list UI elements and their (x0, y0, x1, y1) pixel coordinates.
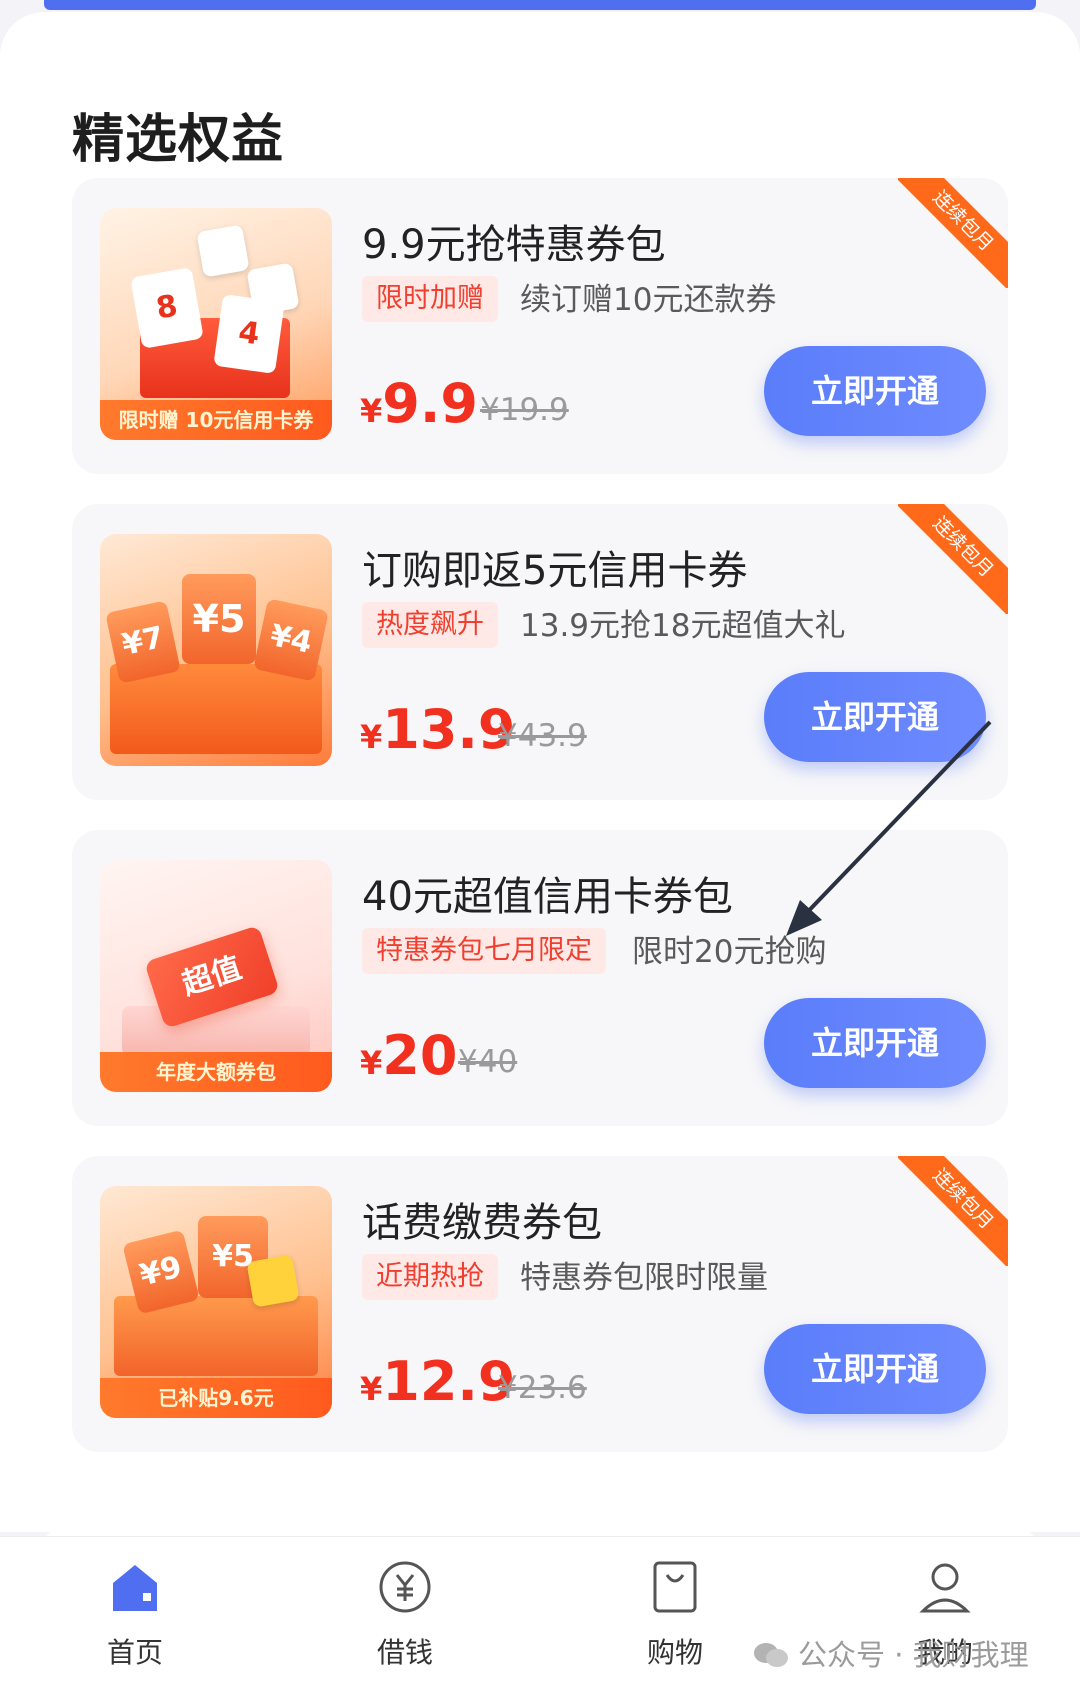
promo-desc: 13.9元抢18元超值大礼 (520, 608, 846, 644)
card-title: 9.9元抢特惠券包 (362, 222, 666, 268)
section-title: 精选权益 (72, 110, 285, 170)
price: ¥20 (360, 1026, 457, 1099)
promo-tag: 特惠券包七月限定 (362, 928, 606, 974)
activate-button[interactable]: 立即开通 (764, 672, 986, 762)
price: ¥12.9 (360, 1352, 516, 1425)
original-price: ¥23.6 (498, 1370, 587, 1406)
promo-desc: 特惠券包限时限量 (520, 1260, 768, 1296)
price: ¥9.9 (360, 374, 478, 447)
corner-ribbon: 连续包月 (898, 178, 1008, 288)
benefit-card-2[interactable]: ¥7 ¥5 ¥4 连续包月 订购即返5元信用卡券 热度飙升 13.9元抢18元超… (72, 504, 1008, 800)
tab-home[interactable]: 首页 (70, 1557, 200, 1671)
tab-label: 首页 (106, 1636, 163, 1669)
tab-label: 购物 (646, 1636, 703, 1669)
card-title: 40元超值信用卡券包 (362, 874, 733, 920)
promo-tag: 近期热抢 (362, 1254, 498, 1300)
shopping-bag-icon (653, 1561, 697, 1613)
coupon-pack-image: ¥9 ¥5 已补贴9.6元 (100, 1186, 332, 1418)
benefit-card-3[interactable]: 超值 年度大额券包 40元超值信用卡券包 特惠券包七月限定 限时20元抢购 ¥2… (72, 830, 1008, 1126)
promo-desc: 续订赠10元还款券 (520, 282, 777, 318)
home-icon (113, 1565, 157, 1611)
coupon-pack-image: ¥7 ¥5 ¥4 (100, 534, 332, 766)
original-price: ¥40 (458, 1044, 518, 1080)
coupon-pack-image: 8 4 限时赠 10元信用卡券 (100, 208, 332, 440)
thumb-label: 已补贴9.6元 (100, 1378, 332, 1418)
coupon-card-a: 8 (130, 267, 204, 349)
benefit-card-1[interactable]: 8 4 限时赠 10元信用卡券 连续包月 9.9元抢特惠券包 限时加赠 续订赠1… (72, 178, 1008, 474)
ribbon-label: 连续包月 (898, 178, 1008, 288)
yen-symbol: ¥ (360, 718, 383, 756)
activate-button[interactable]: 立即开通 (764, 346, 986, 436)
yen-symbol: ¥ (360, 1044, 383, 1082)
watermark-text: 公众号 · 我财我理 (798, 1638, 1029, 1672)
ribbon-label: 连续包月 (898, 1156, 1008, 1266)
wechat-icon (754, 1643, 788, 1667)
price: ¥13.9 (360, 700, 516, 773)
benefits-panel: 精选权益 8 4 限时赠 10元信用卡券 连续包月 9.9元抢特惠券包 限时加赠… (0, 12, 1080, 1532)
price-value: 9.9 (382, 372, 478, 435)
yen-symbol: ¥ (360, 1370, 383, 1408)
price-value: 20 (382, 1024, 458, 1087)
app-logo-icon (246, 1254, 300, 1308)
thumb-label: 限时赠 10元信用卡券 (100, 400, 332, 440)
price-value: 12.9 (382, 1350, 516, 1413)
user-icon (919, 1563, 971, 1613)
youku-icon (196, 224, 250, 278)
original-price: ¥19.9 (480, 392, 569, 428)
coupon-pack-image: 超值 年度大额券包 (100, 860, 332, 1092)
tab-label: 借钱 (376, 1636, 433, 1669)
yen-symbol: ¥ (360, 392, 383, 430)
tab-shopping[interactable]: 购物 (610, 1557, 740, 1671)
ribbon-label: 连续包月 (898, 504, 1008, 614)
tab-borrow[interactable]: 借钱 (340, 1557, 470, 1671)
original-price: ¥43.9 (498, 718, 587, 754)
activate-button[interactable]: 立即开通 (764, 998, 986, 1088)
top-accent-bar (44, 0, 1036, 10)
price-value: 13.9 (382, 698, 516, 761)
watermark: 公众号 · 我财我理 (752, 1632, 1029, 1674)
corner-ribbon: 连续包月 (898, 504, 1008, 614)
coupon-card-b: 4 (213, 294, 285, 374)
promo-desc: 限时20元抢购 (632, 934, 827, 970)
card-title: 话费缴费券包 (362, 1200, 602, 1246)
pedestal-illustration (122, 1006, 310, 1056)
card-title: 订购即返5元信用卡券 (362, 548, 748, 594)
benefit-card-4[interactable]: ¥9 ¥5 已补贴9.6元 连续包月 话费缴费券包 近期热抢 特惠券包限时限量 … (72, 1156, 1008, 1452)
corner-ribbon: 连续包月 (898, 1156, 1008, 1266)
promo-tag: 限时加赠 (362, 276, 498, 322)
thumb-label: 年度大额券包 (100, 1052, 332, 1092)
promo-tag: 热度飙升 (362, 602, 498, 648)
coupon-card-b: ¥5 (182, 574, 256, 664)
yen-coin-icon (379, 1561, 431, 1613)
coupon-card-a: ¥7 (105, 600, 181, 684)
activate-button[interactable]: 立即开通 (764, 1324, 986, 1414)
